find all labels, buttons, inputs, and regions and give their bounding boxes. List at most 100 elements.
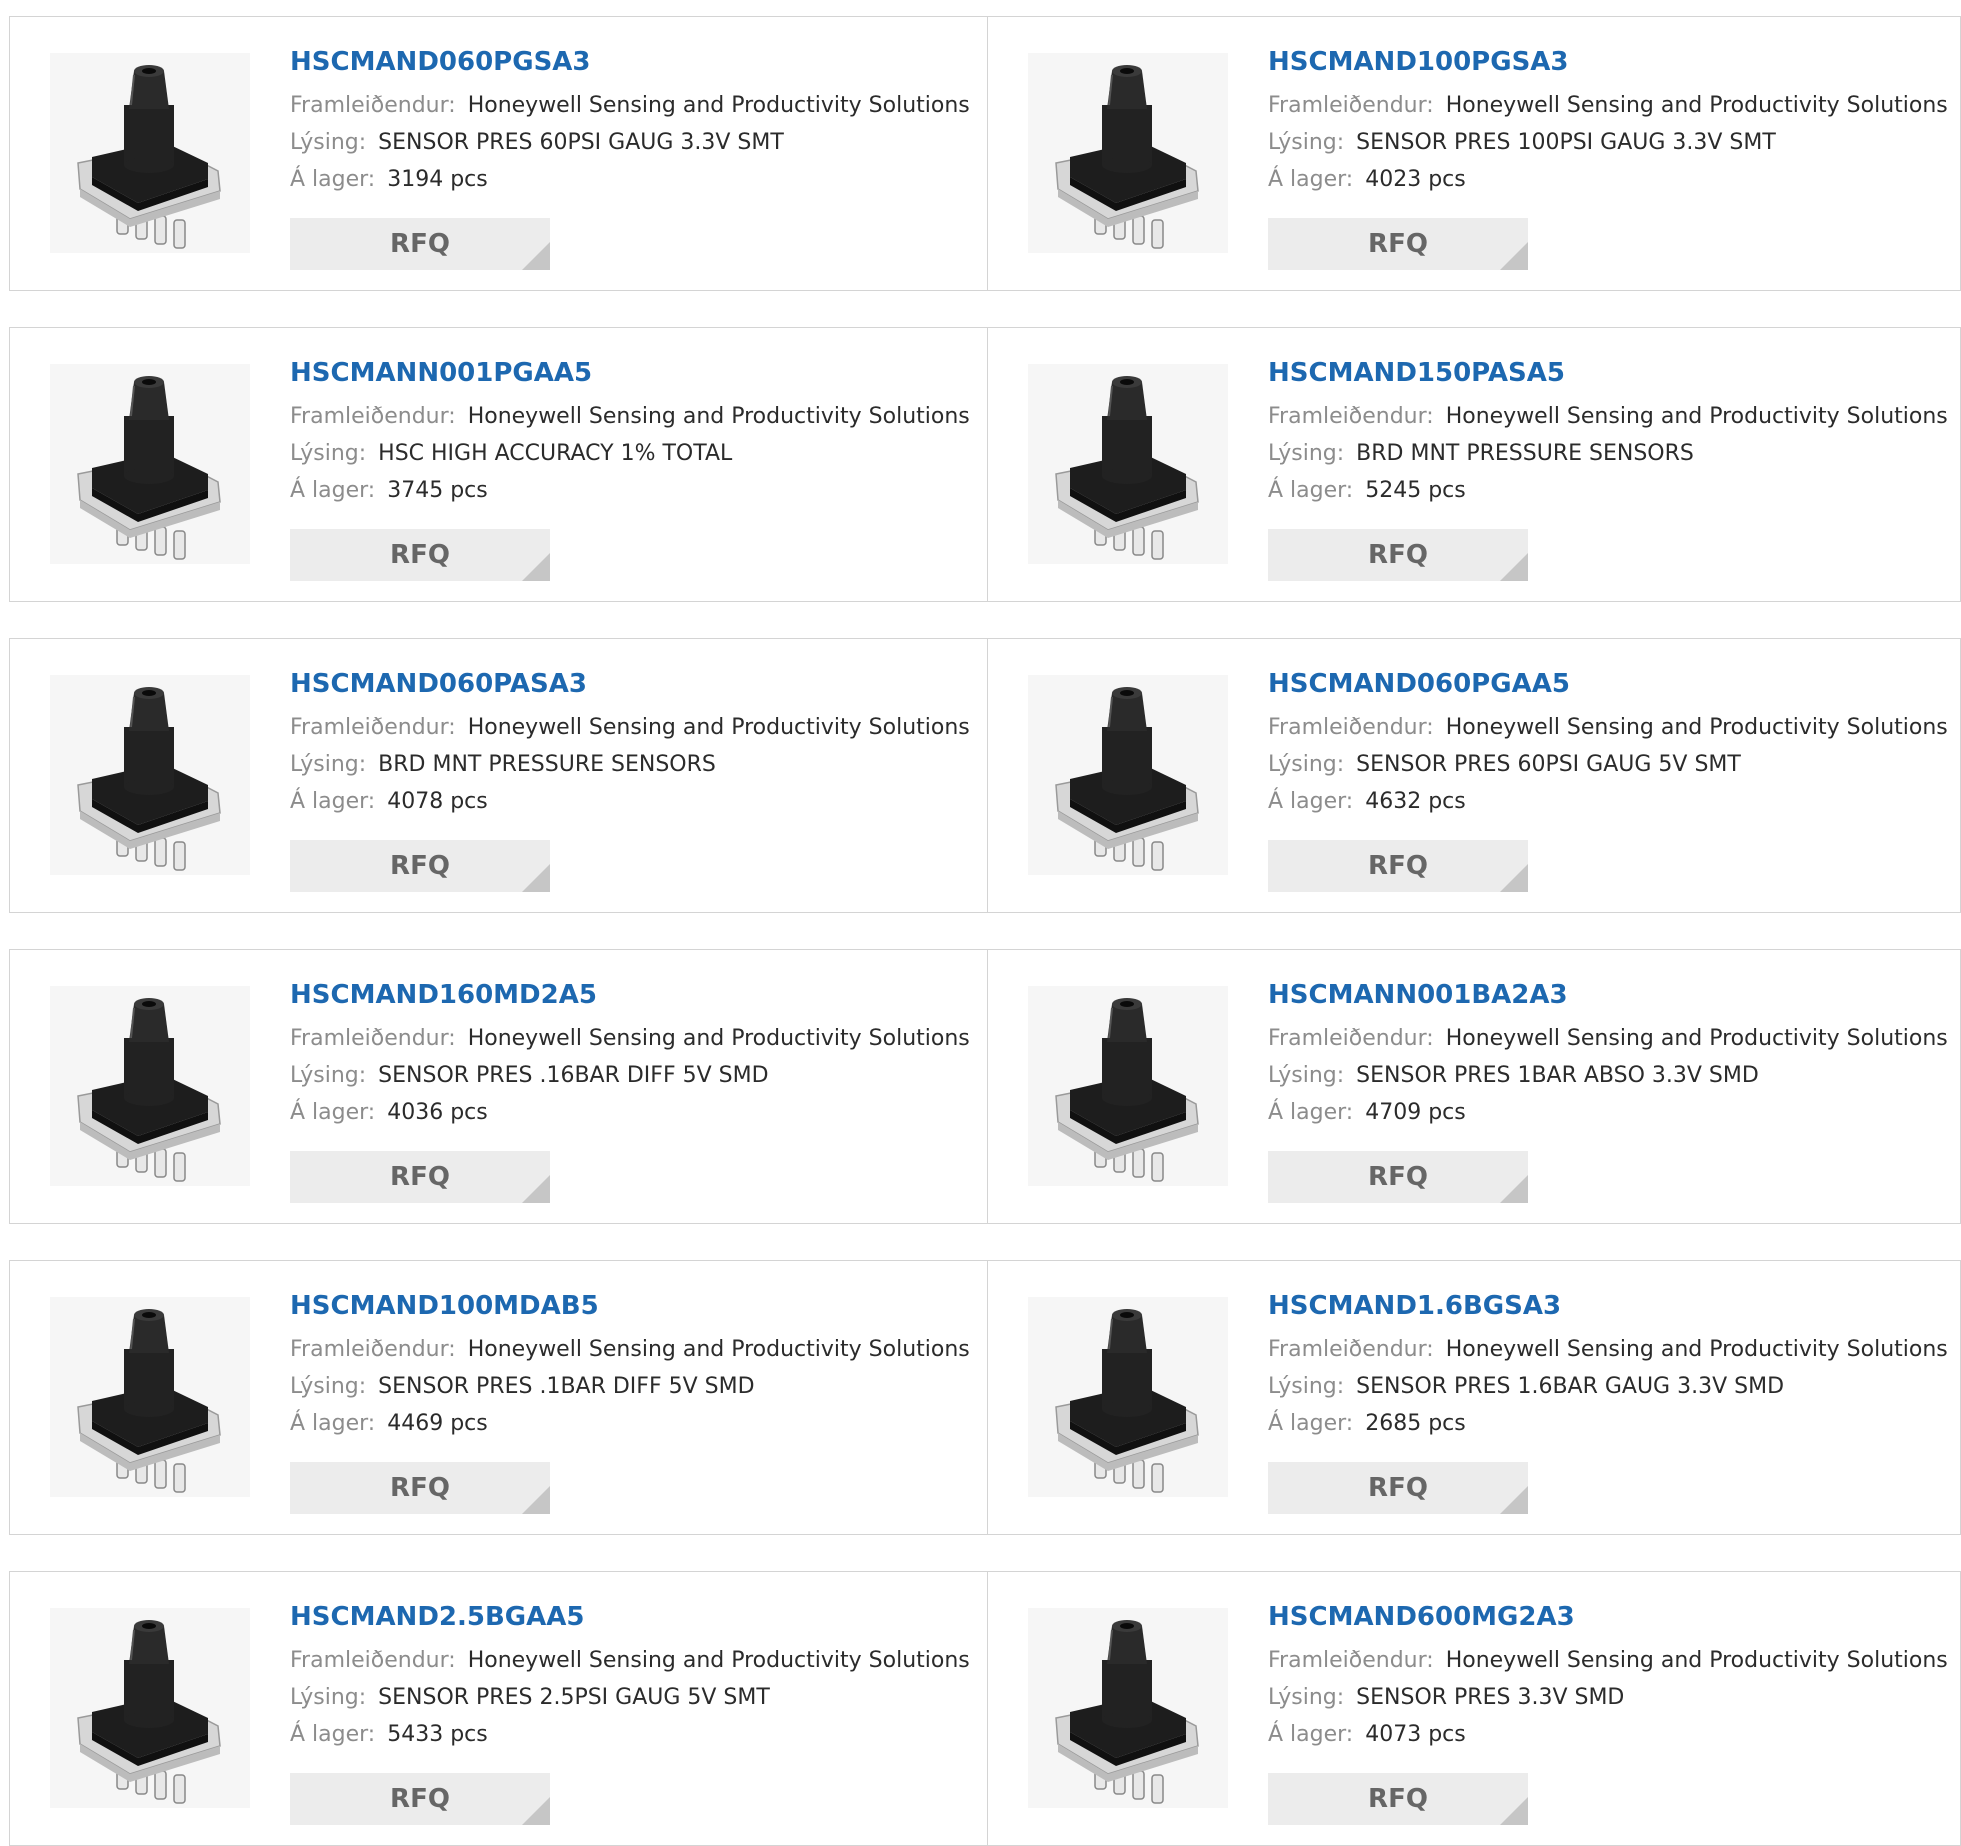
rfq-button[interactable]: RFQ [290,1773,550,1825]
stock-line: Á lager: 4469 pcs [290,1405,970,1442]
stock-value: 4023 pcs [1365,167,1466,192]
product-image[interactable] [50,1608,250,1808]
manufacturer-value: Honeywell Sensing and Productivity Solut… [1445,715,1948,740]
product-image[interactable] [1028,986,1228,1186]
part-number-link[interactable]: HSCMAND160MD2A5 [290,978,970,1012]
part-number-link[interactable]: HSCMAND100MDAB5 [290,1289,970,1323]
rfq-button[interactable]: RFQ [290,529,550,581]
corner-triangle-icon [1500,864,1528,892]
product-image[interactable] [1028,364,1228,564]
description-value: SENSOR PRES .1BAR DIFF 5V SMD [378,1374,755,1399]
stock-value: 2685 pcs [1365,1411,1466,1436]
manufacturer-value: Honeywell Sensing and Productivity Solut… [467,1648,970,1673]
product-image[interactable] [50,986,250,1186]
rfq-label: RFQ [1368,1162,1428,1192]
rfq-button[interactable]: RFQ [1268,529,1528,581]
part-number-link[interactable]: HSCMAND600MG2A3 [1268,1600,1948,1634]
product-info: HSCMANN001BA2A3 Framleiðendur: Honeywell S… [1268,978,1948,1131]
corner-triangle-icon [522,1797,550,1825]
stock-label: Á lager: [290,1722,376,1747]
manufacturer-label: Framleiðendur: [290,93,456,118]
stock-value: 4709 pcs [1365,1100,1466,1125]
stock-label: Á lager: [290,478,376,503]
part-number-link[interactable]: HSCMANN001BA2A3 [1268,978,1948,1012]
product-image[interactable] [50,364,250,564]
stock-label: Á lager: [1268,1722,1354,1747]
product-card: HSCMAND1.6BGSA3 Framleiðendur: Honeywell S… [988,1261,1961,1534]
rfq-button[interactable]: RFQ [1268,840,1528,892]
manufacturer-line: Framleiðendur: Honeywell Sensing and Prod… [290,1642,970,1679]
rfq-label: RFQ [390,1473,450,1503]
description-value: SENSOR PRES 1.6BAR GAUG 3.3V SMD [1356,1374,1785,1399]
product-image[interactable] [1028,1608,1228,1808]
description-value: SENSOR PRES 60PSI GAUG 5V SMT [1356,752,1741,777]
product-image[interactable] [50,675,250,875]
rfq-label: RFQ [390,1784,450,1814]
stock-label: Á lager: [290,167,376,192]
description-line: Lýsing: SENSOR PRES .16BAR DIFF 5V SMD [290,1057,970,1094]
corner-triangle-icon [1500,242,1528,270]
stock-label: Á lager: [290,1100,376,1125]
manufacturer-value: Honeywell Sensing and Productivity Solut… [467,1026,970,1051]
manufacturer-value: Honeywell Sensing and Productivity Solut… [467,93,970,118]
stock-line: Á lager: 5433 pcs [290,1716,970,1753]
part-number-link[interactable]: HSCMAND150PASA5 [1268,356,1948,390]
stock-line: Á lager: 4036 pcs [290,1094,970,1131]
description-label: Lýsing: [1268,441,1345,466]
manufacturer-label: Framleiðendur: [1268,404,1434,429]
description-label: Lýsing: [1268,1374,1345,1399]
description-label: Lýsing: [1268,1063,1345,1088]
description-label: Lýsing: [290,441,367,466]
manufacturer-value: Honeywell Sensing and Productivity Solut… [1445,1026,1948,1051]
stock-line: Á lager: 4709 pcs [1268,1094,1948,1131]
description-line: Lýsing: SENSOR PRES .1BAR DIFF 5V SMD [290,1368,970,1405]
product-card: HSCMAND060PGSA3 Framleiðendur: Honeywell S… [10,17,988,290]
stock-line: Á lager: 2685 pcs [1268,1405,1948,1442]
description-value: SENSOR PRES 60PSI GAUG 3.3V SMT [378,130,784,155]
part-number-link[interactable]: HSCMAND060PGAA5 [1268,667,1948,701]
description-line: Lýsing: SENSOR PRES 3.3V SMD [1268,1679,1948,1716]
manufacturer-value: Honeywell Sensing and Productivity Solut… [467,715,970,740]
part-number-link[interactable]: HSCMANN001PGAA5 [290,356,970,390]
description-label: Lýsing: [290,130,367,155]
rfq-button[interactable]: RFQ [1268,1151,1528,1203]
product-row: HSCMAND100MDAB5 Framleiðendur: Honeywell S… [9,1260,1961,1535]
product-image[interactable] [1028,675,1228,875]
stock-label: Á lager: [290,789,376,814]
stock-value: 5433 pcs [387,1722,488,1747]
manufacturer-line: Framleiðendur: Honeywell Sensing and Prod… [290,709,970,746]
corner-triangle-icon [1500,1486,1528,1514]
rfq-button[interactable]: RFQ [1268,218,1528,270]
manufacturer-label: Framleiðendur: [290,1648,456,1673]
product-row: HSCMAND160MD2A5 Framleiðendur: Honeywell S… [9,949,1961,1224]
manufacturer-label: Framleiðendur: [1268,93,1434,118]
product-image[interactable] [50,53,250,253]
manufacturer-line: Framleiðendur: Honeywell Sensing and Prod… [290,1020,970,1057]
manufacturer-value: Honeywell Sensing and Productivity Solut… [467,1337,970,1362]
manufacturer-label: Framleiðendur: [1268,1337,1434,1362]
rfq-button[interactable]: RFQ [1268,1773,1528,1825]
product-image[interactable] [50,1297,250,1497]
manufacturer-line: Framleiðendur: Honeywell Sensing and Prod… [1268,709,1948,746]
description-value: SENSOR PRES 100PSI GAUG 3.3V SMT [1356,130,1776,155]
rfq-button[interactable]: RFQ [290,1462,550,1514]
description-line: Lýsing: HSC HIGH ACCURACY 1% TOTAL [290,435,970,472]
part-number-link[interactable]: HSCMAND060PASA3 [290,667,970,701]
stock-line: Á lager: 4078 pcs [290,783,970,820]
rfq-button[interactable]: RFQ [290,218,550,270]
stock-label: Á lager: [1268,1411,1354,1436]
rfq-button[interactable]: RFQ [1268,1462,1528,1514]
part-number-link[interactable]: HSCMAND060PGSA3 [290,45,970,79]
manufacturer-label: Framleiðendur: [290,715,456,740]
part-number-link[interactable]: HSCMAND1.6BGSA3 [1268,1289,1948,1323]
rfq-button[interactable]: RFQ [290,1151,550,1203]
manufacturer-label: Framleiðendur: [1268,1026,1434,1051]
rfq-button[interactable]: RFQ [290,840,550,892]
stock-value: 5245 pcs [1365,478,1466,503]
product-row: HSCMANN001PGAA5 Framleiðendur: Honeywell S… [9,327,1961,602]
part-number-link[interactable]: HSCMAND2.5BGAA5 [290,1600,970,1634]
product-image[interactable] [1028,53,1228,253]
description-value: SENSOR PRES 1BAR ABSO 3.3V SMD [1356,1063,1759,1088]
part-number-link[interactable]: HSCMAND100PGSA3 [1268,45,1948,79]
product-image[interactable] [1028,1297,1228,1497]
